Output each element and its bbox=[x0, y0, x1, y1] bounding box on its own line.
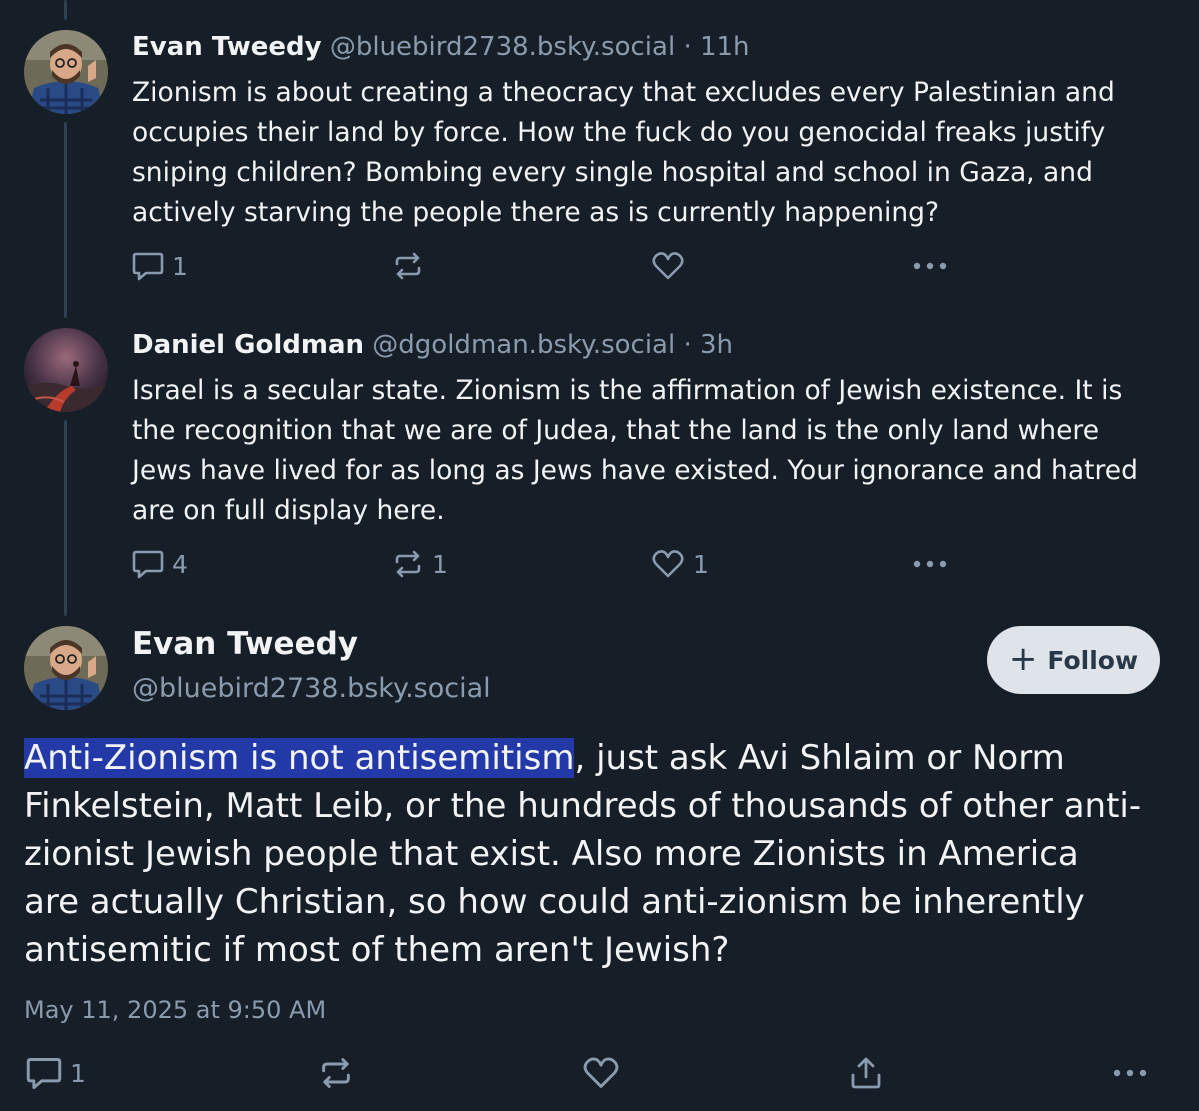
thread-line-2 bbox=[64, 420, 67, 616]
reply-count: 1 bbox=[70, 1058, 86, 1088]
post-actions: 1 bbox=[0, 1053, 1199, 1093]
repost-arrows-icon bbox=[395, 252, 421, 280]
post-time: · 11h bbox=[683, 32, 750, 62]
author-name[interactable]: Evan Tweedy bbox=[132, 626, 358, 662]
reply-count: 4 bbox=[172, 549, 188, 579]
avatar-photo-icon bbox=[24, 30, 108, 114]
more-options-button[interactable] bbox=[912, 544, 948, 584]
like-button[interactable] bbox=[651, 246, 693, 286]
share-button[interactable] bbox=[848, 1053, 884, 1093]
heart-icon bbox=[652, 550, 684, 578]
speech-bubble-icon bbox=[132, 550, 164, 579]
heart-icon bbox=[583, 1057, 619, 1088]
reply-count: 1 bbox=[172, 251, 188, 281]
reply-button[interactable]: 1 bbox=[132, 246, 188, 286]
avatar[interactable] bbox=[24, 626, 108, 710]
repost-button[interactable]: 1 bbox=[392, 544, 448, 584]
heart-icon bbox=[652, 252, 684, 280]
reply-button[interactable]: 4 bbox=[132, 544, 188, 584]
post-header: Evan Tweedy @bluebird2738.bsky.social · … bbox=[132, 32, 750, 62]
thread-line-top bbox=[64, 0, 67, 20]
speech-bubble-icon bbox=[132, 252, 164, 281]
repost-arrows-icon bbox=[322, 1058, 350, 1088]
avatar[interactable] bbox=[24, 328, 108, 412]
author-handle[interactable]: @bluebird2738.bsky.social bbox=[132, 673, 491, 704]
plus-icon: + bbox=[1008, 638, 1038, 679]
post-text: Anti-Zionism is not antisemitism, just a… bbox=[24, 734, 1144, 974]
ellipsis-icon bbox=[913, 262, 947, 270]
post-actions: 1 bbox=[0, 246, 1199, 286]
thread-line-1 bbox=[64, 122, 67, 318]
repost-count: 1 bbox=[432, 549, 448, 579]
share-upload-icon bbox=[851, 1057, 881, 1089]
post-header: Daniel Goldman @dgoldman.bsky.social · 3… bbox=[132, 330, 733, 360]
author-handle[interactable]: @dgoldman.bsky.social bbox=[372, 330, 675, 360]
avatar-artwork-icon bbox=[24, 328, 108, 412]
post-text: Zionism is about creating a theocracy th… bbox=[132, 77, 1115, 228]
speech-bubble-icon bbox=[26, 1058, 62, 1090]
like-button[interactable] bbox=[582, 1053, 620, 1093]
like-count: 1 bbox=[693, 549, 709, 579]
post-text: Israel is a secular state. Zionism is th… bbox=[132, 375, 1138, 526]
follow-label: Follow bbox=[1047, 645, 1139, 675]
post-timestamp: May 11, 2025 at 9:50 AM bbox=[24, 996, 327, 1024]
repost-button[interactable] bbox=[392, 246, 432, 286]
selected-text: Anti-Zionism is not antisemitism bbox=[24, 738, 575, 778]
ellipsis-icon bbox=[1113, 1069, 1147, 1077]
repost-arrows-icon bbox=[395, 550, 421, 578]
more-options-button[interactable] bbox=[1112, 1053, 1148, 1093]
avatar[interactable] bbox=[24, 30, 108, 114]
reply-button[interactable]: 1 bbox=[26, 1053, 86, 1093]
author-name[interactable]: Evan Tweedy bbox=[132, 32, 322, 62]
follow-button[interactable]: + Follow bbox=[987, 626, 1160, 694]
repost-button[interactable] bbox=[318, 1053, 354, 1093]
ellipsis-icon bbox=[913, 560, 947, 568]
post-time: · 3h bbox=[683, 330, 734, 360]
like-button[interactable]: 1 bbox=[651, 544, 709, 584]
more-options-button[interactable] bbox=[912, 246, 948, 286]
avatar-photo-icon bbox=[24, 626, 108, 710]
post-actions: 4 1 1 bbox=[0, 544, 1199, 584]
author-handle[interactable]: @bluebird2738.bsky.social bbox=[330, 32, 675, 62]
author-name[interactable]: Daniel Goldman bbox=[132, 330, 364, 360]
